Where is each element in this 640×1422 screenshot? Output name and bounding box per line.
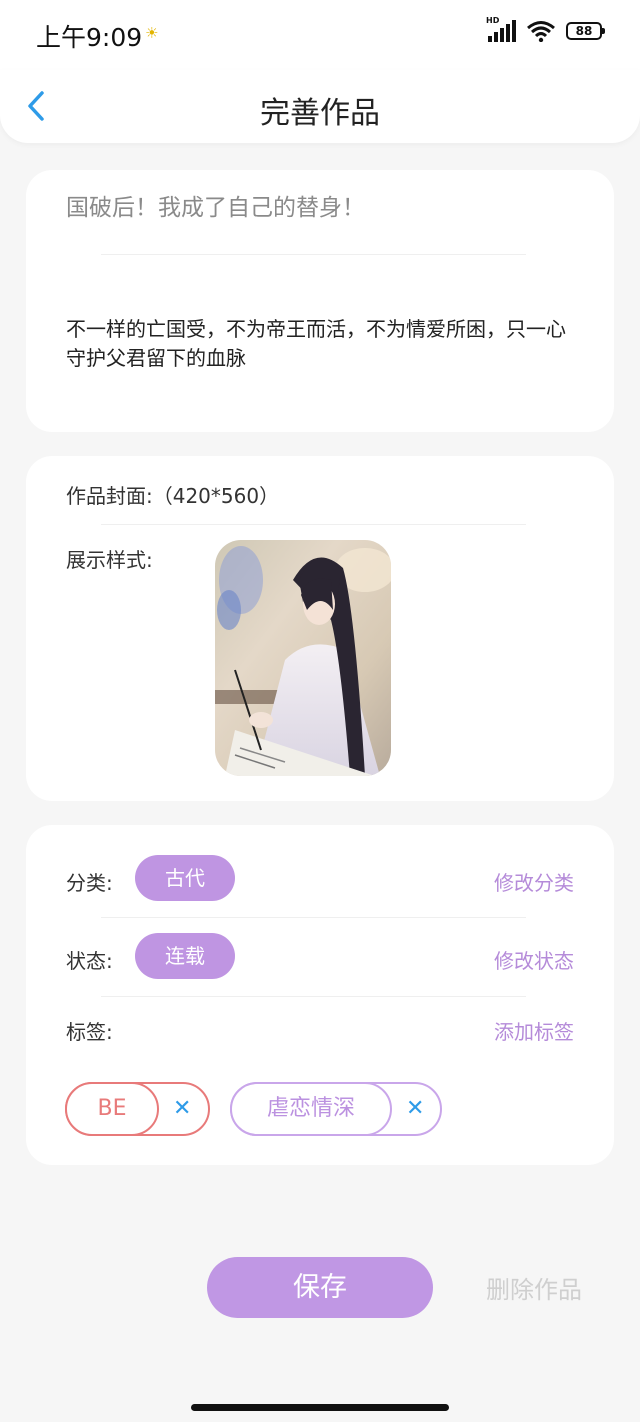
battery-icon: 88 [566,22,605,40]
divider [101,996,526,997]
nav-bar: 完善作品 [0,70,640,143]
edit-status-link[interactable]: 修改状态 [494,945,574,974]
divider [101,524,526,525]
tags-label: 标签: [66,1020,113,1044]
tag-chip: BE ✕ [65,1082,210,1136]
status-pill: 连载 [135,933,235,979]
page-title: 完善作品 [260,96,380,131]
save-button[interactable]: 保存 [207,1257,433,1318]
status-bar: 上午9:09 ☀ HD 88 [0,0,640,70]
status-time: 上午9:09 [36,23,143,52]
tag-chip: 虐恋情深 ✕ [230,1082,442,1136]
hd-badge: HD [486,16,500,25]
divider [101,254,526,255]
meta-card: 分类: 古代 修改分类 状态: 连载 修改状态 标签: 添加标签 BE ✕ 虐恋… [26,825,614,1165]
weather-icon: ☀ [145,24,159,42]
wifi-icon [527,21,555,42]
close-icon[interactable]: ✕ [406,1084,424,1134]
add-tag-link[interactable]: 添加标签 [494,1016,574,1045]
status-icons: HD 88 [486,16,605,42]
cover-size-label: 作品封面:（420*560） [66,484,280,508]
edit-category-link[interactable]: 修改分类 [494,867,574,896]
cover-card: 作品封面:（420*560） 展示样式: [26,456,614,801]
home-indicator[interactable] [191,1404,449,1411]
divider [101,917,526,918]
work-title-input[interactable]: 国破后！我成了自己的替身！ [66,188,365,222]
category-label: 分类: [66,871,113,895]
close-icon[interactable]: ✕ [173,1084,191,1134]
delete-work-button[interactable]: 删除作品 [486,1270,582,1305]
category-pill: 古代 [135,855,235,901]
work-info-card: 国破后！我成了自己的替身！ 不一样的亡国受，不为帝王而活，不为情爱所困，只一心守… [26,170,614,432]
tag-label: 虐恋情深 [230,1082,392,1136]
display-style-label: 展示样式: [66,548,153,572]
work-description-input[interactable]: 不一样的亡国受，不为帝王而活，不为情爱所困，只一心守护父君留下的血脉 [66,315,566,373]
cover-image[interactable] [215,540,391,776]
status-label: 状态: [66,949,113,973]
signal-icon: HD [486,16,516,42]
tag-label: BE [65,1082,159,1136]
